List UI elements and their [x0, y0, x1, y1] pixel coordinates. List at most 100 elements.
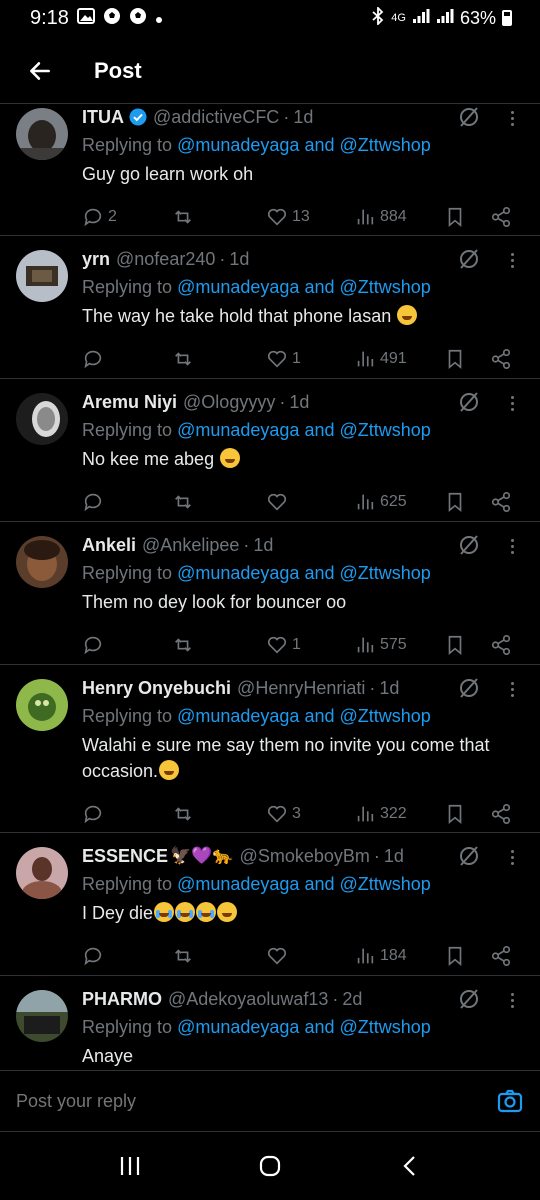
avatar[interactable]: [16, 536, 68, 588]
like-button[interactable]: [266, 938, 292, 974]
bookmark-button[interactable]: [444, 627, 466, 663]
more-options-icon[interactable]: [504, 845, 520, 869]
grok-icon[interactable]: [458, 106, 480, 128]
repost-button[interactable]: [172, 627, 198, 663]
like-button[interactable]: 1: [266, 627, 301, 663]
like-button[interactable]: 13: [266, 199, 310, 235]
reply-button[interactable]: [82, 796, 108, 832]
reply-tweet[interactable]: yrn @nofear240 · 1d Replying to @munadey…: [0, 236, 540, 379]
grok-icon[interactable]: [458, 391, 480, 413]
mention-link[interactable]: @munadeyaga: [177, 874, 299, 894]
more-options-icon[interactable]: [504, 534, 520, 558]
mention-link[interactable]: @munadeyaga: [177, 1017, 299, 1037]
camera-button[interactable]: [496, 1087, 524, 1115]
display-name[interactable]: PHARMO: [82, 989, 162, 1010]
username[interactable]: @SmokeboyBm: [240, 846, 370, 867]
reply-tweet[interactable]: PHARMO @Adekoyaoluwaf13 · 2d Replying to…: [0, 976, 540, 1069]
reply-tweet[interactable]: Aremu Niyi @Ologyyyy · 1d Replying to @m…: [0, 379, 540, 522]
username[interactable]: @Adekoyaoluwaf13: [168, 989, 328, 1010]
views-button[interactable]: 184: [354, 938, 407, 974]
timestamp[interactable]: 1d: [289, 392, 309, 413]
timestamp[interactable]: 1d: [384, 846, 404, 867]
username[interactable]: @addictiveCFC: [153, 107, 279, 128]
mention-link[interactable]: @munadeyaga: [177, 563, 299, 583]
more-options-icon[interactable]: [504, 988, 520, 1012]
views-button[interactable]: 575: [354, 627, 407, 663]
display-name[interactable]: ITUA: [82, 107, 124, 128]
share-button[interactable]: [490, 484, 512, 520]
mention-link[interactable]: @Zttwshop: [340, 420, 431, 440]
bookmark-button[interactable]: [444, 341, 466, 377]
replies-list[interactable]: ITUA @addictiveCFC · 1d Replying to @mun…: [0, 103, 540, 1069]
recent-apps-button[interactable]: [110, 1146, 150, 1186]
mention-link[interactable]: @Zttwshop: [340, 563, 431, 583]
reply-button[interactable]: [82, 484, 108, 520]
system-back-button[interactable]: [390, 1146, 430, 1186]
mention-link[interactable]: @Zttwshop: [340, 277, 431, 297]
timestamp[interactable]: 1d: [293, 107, 313, 128]
avatar[interactable]: [16, 108, 68, 160]
reply-tweet[interactable]: Ankeli @Ankelipee · 1d Replying to @muna…: [0, 522, 540, 665]
repost-button[interactable]: [172, 938, 198, 974]
reply-button[interactable]: [82, 341, 108, 377]
bookmark-button[interactable]: [444, 796, 466, 832]
bookmark-button[interactable]: [444, 199, 466, 235]
share-button[interactable]: [490, 796, 512, 832]
display-name[interactable]: ESSENCE: [82, 846, 168, 867]
grok-icon[interactable]: [458, 845, 480, 867]
share-button[interactable]: [490, 938, 512, 974]
repost-button[interactable]: [172, 199, 198, 235]
grok-icon[interactable]: [458, 677, 480, 699]
mention-link[interactable]: @munadeyaga: [177, 135, 299, 155]
more-options-icon[interactable]: [504, 106, 520, 130]
username[interactable]: @HenryHenriati: [237, 678, 365, 699]
views-button[interactable]: 625: [354, 484, 407, 520]
more-options-icon[interactable]: [504, 391, 520, 415]
grok-icon[interactable]: [458, 988, 480, 1010]
mention-link[interactable]: @Zttwshop: [340, 874, 431, 894]
share-button[interactable]: [490, 627, 512, 663]
views-button[interactable]: 884: [354, 199, 407, 235]
display-name[interactable]: Henry Onyebuchi: [82, 678, 231, 699]
username[interactable]: @nofear240: [116, 249, 215, 270]
reply-tweet[interactable]: ITUA @addictiveCFC · 1d Replying to @mun…: [0, 104, 540, 236]
mention-link[interactable]: @Zttwshop: [340, 135, 431, 155]
timestamp[interactable]: 1d: [379, 678, 399, 699]
home-button[interactable]: [250, 1146, 290, 1186]
avatar[interactable]: [16, 679, 68, 731]
like-button[interactable]: 3: [266, 796, 301, 832]
username[interactable]: @Ankelipee: [142, 535, 239, 556]
avatar[interactable]: [16, 847, 68, 899]
timestamp[interactable]: 2d: [342, 989, 362, 1010]
avatar[interactable]: [16, 990, 68, 1042]
mention-link[interactable]: @munadeyaga: [177, 706, 299, 726]
views-button[interactable]: 322: [354, 796, 407, 832]
back-button[interactable]: [12, 43, 68, 99]
bookmark-button[interactable]: [444, 938, 466, 974]
bookmark-button[interactable]: [444, 484, 466, 520]
mention-link[interactable]: @Zttwshop: [340, 706, 431, 726]
repost-button[interactable]: [172, 484, 198, 520]
grok-icon[interactable]: [458, 248, 480, 270]
share-button[interactable]: [490, 341, 512, 377]
share-button[interactable]: [490, 199, 512, 235]
reply-button[interactable]: 2: [82, 199, 117, 235]
reply-button[interactable]: [82, 627, 108, 663]
display-name[interactable]: yrn: [82, 249, 110, 270]
repost-button[interactable]: [172, 341, 198, 377]
reply-tweet[interactable]: ESSENCE 🦅💜🐆 @SmokeboyBm · 1d Replying to…: [0, 833, 540, 976]
display-name[interactable]: Aremu Niyi: [82, 392, 177, 413]
timestamp[interactable]: 1d: [229, 249, 249, 270]
grok-icon[interactable]: [458, 534, 480, 556]
mention-link[interactable]: @munadeyaga: [177, 420, 299, 440]
like-button[interactable]: 1: [266, 341, 301, 377]
more-options-icon[interactable]: [504, 248, 520, 272]
reply-input[interactable]: [16, 1090, 496, 1112]
display-name[interactable]: Ankeli: [82, 535, 136, 556]
views-button[interactable]: 491: [354, 341, 407, 377]
reply-tweet[interactable]: Henry Onyebuchi @HenryHenriati · 1d Repl…: [0, 665, 540, 833]
mention-link[interactable]: @munadeyaga: [177, 277, 299, 297]
timestamp[interactable]: 1d: [253, 535, 273, 556]
reply-button[interactable]: [82, 938, 108, 974]
username[interactable]: @Ologyyyy: [183, 392, 275, 413]
